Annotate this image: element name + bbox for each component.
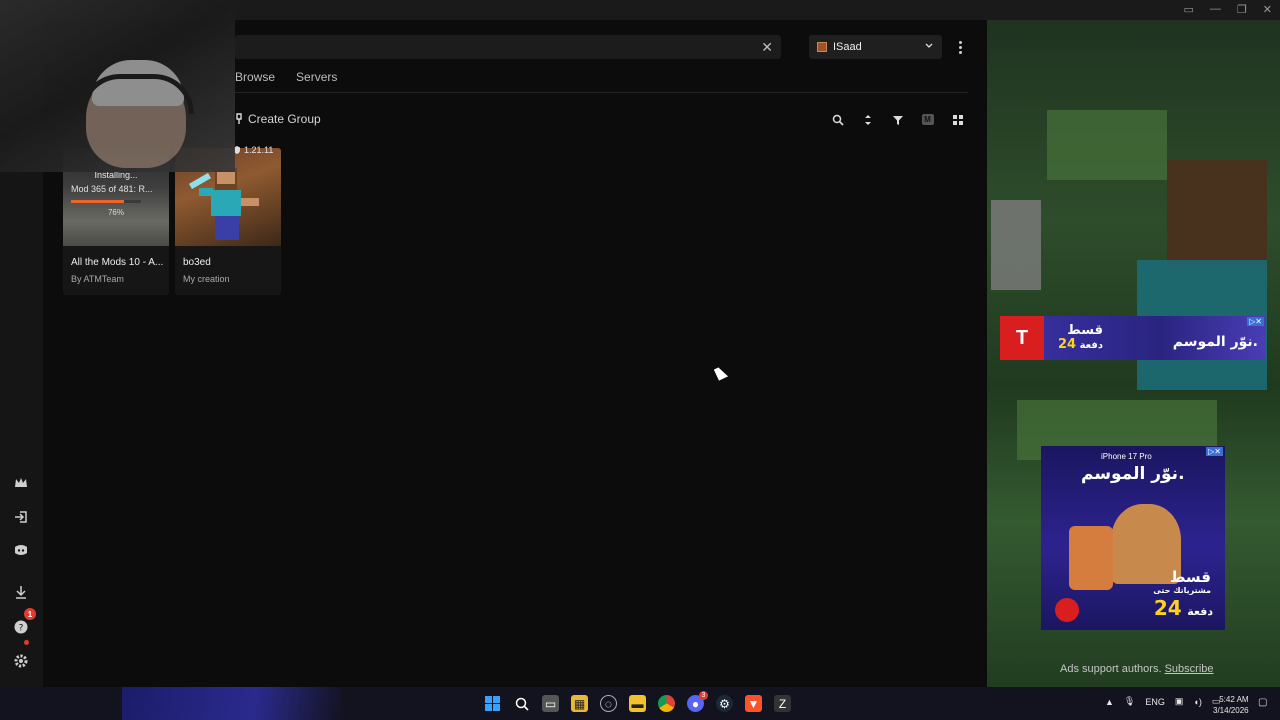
grass-block [1047,110,1167,180]
install-progress-fill [71,200,125,203]
taskbar-clock[interactable]: 5:42 AM 3/14/2026 [1213,694,1249,716]
app-icon[interactable]: ◌ [600,695,617,712]
ad-square-installments: دفعة 24 [1154,596,1213,620]
snap-layout-icon[interactable]: ▭ [1184,3,1194,16]
skeleton-mob [991,200,1041,290]
store-icon[interactable]: ▦ [571,695,588,712]
version-label: 1.21.11 [244,145,274,155]
login-icon[interactable] [11,507,31,527]
create-group-label: Create Group [248,112,321,126]
steve-character [1167,160,1267,270]
pin-icon [236,113,242,124]
ad-phone-image [1069,526,1113,590]
chrome-icon[interactable] [658,695,675,712]
minimize-icon[interactable]: — [1210,3,1221,16]
clock-date: 3/14/2026 [1213,706,1249,715]
ad-banner-installments: دفعة 24 [1058,336,1103,353]
taskbar-wallpaper-strip [122,687,342,720]
ad-choices-icon[interactable]: ▷✕ [1247,317,1264,326]
view-mode-button[interactable]: M [921,112,934,127]
instance-title: bo3ed [183,257,211,268]
sort-icon[interactable] [861,112,874,127]
tabs-divider [235,92,968,93]
launcher-app-icon[interactable]: Z [774,695,791,712]
crown-icon[interactable] [11,473,31,493]
discord-icon[interactable] [11,540,31,560]
grid-view-icon[interactable] [951,112,964,127]
view-mode-label: M [921,114,934,125]
version-badge: 1.21.11 [233,145,273,155]
app-root: ▭ — ❐ ✕ 1 ? ✕ ISaad Browse Servers Creat… [0,0,1280,720]
discord-badge: 3 [699,691,708,700]
install-progress-bar [71,200,141,203]
instance-author: By ATMTeam [71,274,124,284]
close-window-icon[interactable]: ✕ [1263,3,1272,16]
volume-icon[interactable]: ◖) [1193,697,1201,707]
filter-icon[interactable] [891,112,904,127]
help-icon[interactable]: ? [11,617,31,637]
file-explorer-icon[interactable]: ▬ [629,695,646,712]
maximize-icon[interactable]: ❐ [1237,3,1247,16]
account-selector[interactable]: ISaad [809,35,942,59]
search-icon[interactable] [831,112,844,127]
instance-title: All the Mods 10 - A... [71,257,163,268]
ad-banner-cta: قسط [1067,322,1103,338]
brave-icon[interactable]: ▼ [745,695,762,712]
windows-taskbar: ▭ ▦ ◌ ▬ ● 3 ⚙ ▼ Z ▲ 🎙 ENG ▣ ◖) ▭ [0,687,1280,720]
discord-taskbar-icon[interactable]: ● 3 [687,691,708,712]
ad-banner-headline: نوّر الموسم. [1172,334,1258,350]
ad-square[interactable]: iPhone 17 Pro نوّر الموسم. قسط مشترياتك … [1041,446,1225,630]
windows-start-icon[interactable] [484,695,501,712]
downloads-icon[interactable] [11,582,31,602]
install-percent: 76% [107,208,124,217]
ads-support-text: Ads support authors. Subscribe [1060,663,1214,675]
tab-browse[interactable]: Browse [235,70,275,84]
ad-choices-icon[interactable]: ▷✕ [1206,447,1223,456]
ad-square-sub: مشترياتك حتى [1153,586,1211,595]
taskbar-search-icon[interactable] [513,695,530,712]
more-options-icon[interactable] [953,38,967,56]
ad-square-cta: قسط [1169,568,1211,586]
task-view-icon[interactable]: ▭ [542,695,559,712]
subscribe-link[interactable]: Subscribe [1165,663,1214,675]
chevron-down-icon [925,43,933,48]
ad-square-number: 24 [1153,596,1182,620]
microphone-icon[interactable]: 🎙 [1124,696,1135,707]
taskbar-apps: ▭ ▦ ◌ ▬ ● 3 ⚙ ▼ Z [484,691,791,712]
ad-square-small: دفعة [1187,605,1213,618]
help-notification-dot [24,640,29,645]
window-controls: ▭ — ❐ ✕ [1184,3,1273,16]
ad-banner[interactable]: T قسط دفعة 24 نوّر الموسم. ▷✕ [1000,316,1266,360]
tabby-logo-icon: T [1000,316,1044,360]
steam-icon[interactable]: ⚙ [716,695,733,712]
create-group-button[interactable]: Create Group [235,112,321,126]
account-avatar [817,42,827,52]
system-tray: ▲ 🎙 ENG ▣ ◖) ▭ [1105,696,1220,707]
clock-time: 5:42 AM [1219,695,1249,704]
language-indicator[interactable]: ENG [1145,697,1165,707]
ad-banner-number: 24 [1058,336,1077,352]
svg-text:?: ? [19,624,24,634]
tab-bar: Browse Servers [235,70,337,84]
instance-toolbar: M [831,112,964,127]
instance-author: My creation [183,274,230,284]
network-icon[interactable]: ▣ [1175,696,1184,707]
ad-banner-offer: قسط دفعة 24 [1058,322,1103,353]
ads-support-label: Ads support authors. [1060,663,1162,675]
install-mod-progress: Mod 365 of 481: R... [71,184,153,194]
close-icon[interactable]: ✕ [761,38,773,56]
notifications-icon[interactable]: ▢ [1258,697,1267,708]
webcam-overlay [0,0,235,172]
ad-square-header: iPhone 17 Pro [1101,452,1152,461]
tray-chevron-up-icon[interactable]: ▲ [1105,697,1114,707]
settings-gear-icon[interactable] [11,651,31,671]
search-input[interactable]: ✕ [235,35,781,59]
tab-servers[interactable]: Servers [296,70,337,84]
ad-banner-small: دفعة [1079,339,1103,351]
tabby-logo-icon [1055,598,1079,622]
ad-square-title: نوّر الموسم. [1081,464,1185,484]
account-name: ISaad [833,41,862,53]
